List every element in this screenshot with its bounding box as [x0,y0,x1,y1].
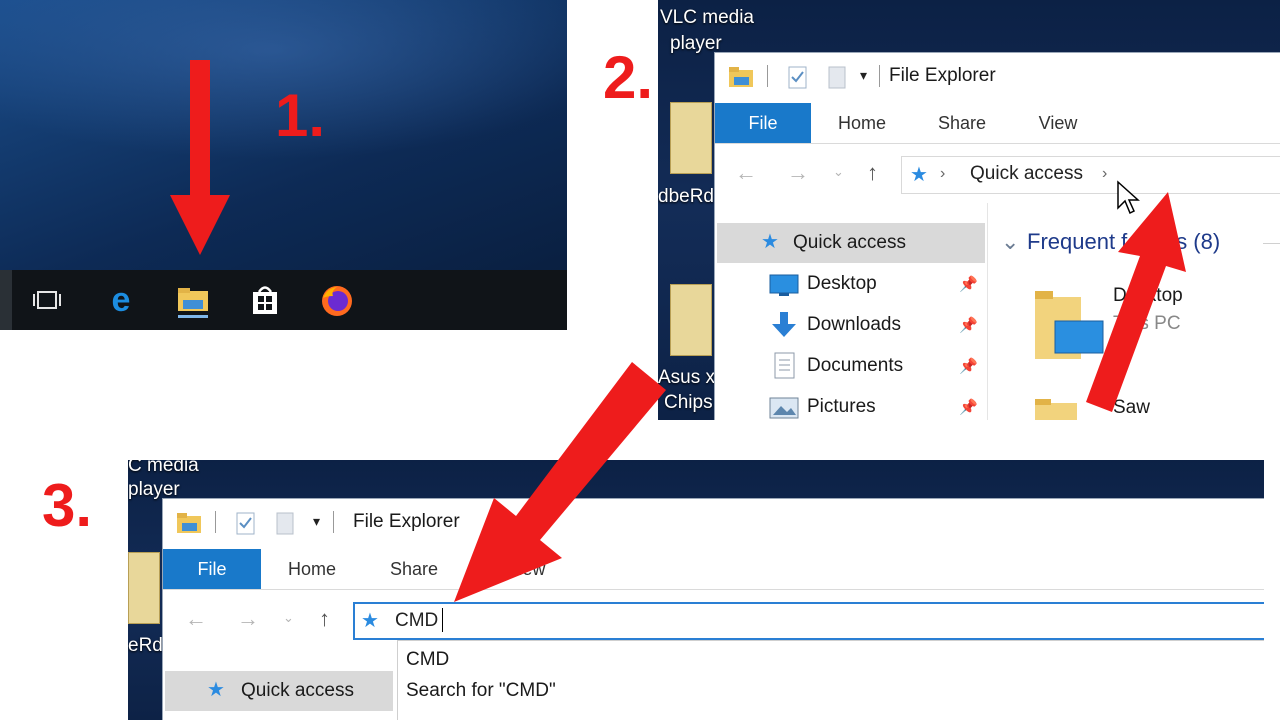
recent-locations-chevron-icon[interactable]: ⌄ [833,164,844,180]
pin-icon[interactable]: 📌 [959,316,978,334]
title-bar: ▾ File Explorer [163,499,1264,549]
pin-icon[interactable]: 📌 [959,398,978,416]
forward-arrow-icon[interactable]: → [237,606,259,632]
tab-share[interactable]: Share [371,549,457,589]
folder-large-icon[interactable] [1033,397,1079,420]
desktop-folder-large-icon[interactable] [1033,289,1107,361]
edge-icon[interactable]: e [103,282,139,318]
tab-home[interactable]: Home [819,103,905,143]
firefox-icon[interactable] [319,282,355,318]
properties-icon[interactable] [235,511,257,537]
suggestion-search-item[interactable]: Search for "CMD" [406,680,556,702]
documents-icon [774,352,795,379]
ribbon-tabs: File Home Share View [163,549,1264,590]
desktop-folder-icon [769,274,799,296]
desktop-label: C media [128,460,199,476]
taskbar-edge [0,270,12,330]
back-arrow-icon[interactable]: ← [185,606,207,632]
breadcrumb-separator[interactable]: › [1102,165,1107,183]
new-folder-icon[interactable] [275,511,295,537]
address-bar-input[interactable]: ★ CMD [353,602,1264,640]
folder-app-icon [729,67,753,87]
step-number-3: 3. [42,472,93,539]
tab-file[interactable]: File [163,549,261,589]
desktop-label: dbeRd [658,186,714,207]
taskbar [0,270,567,330]
nav-item-quick-access[interactable]: Quick access [793,232,906,254]
desktop-label: Chips [664,392,713,413]
new-folder-icon[interactable] [827,65,847,91]
desktop-label: eRd [128,635,163,656]
nav-item-documents[interactable]: Documents [807,355,903,377]
pictures-icon [769,397,799,419]
quick-access-star-icon: ★ [361,610,379,632]
mouse-cursor-icon [1117,180,1140,215]
explorer-panel-quick-access: VLC media player dbeRd Asus x Chips ▾ Fi… [658,0,1280,420]
pin-icon[interactable]: 📌 [959,275,978,293]
explorer-window: ▾ File Explorer File Home Share View ← →… [714,52,1280,420]
pane-divider [987,203,988,420]
breadcrumb-quick-access[interactable]: Quick access [970,163,1083,185]
nav-item-downloads[interactable]: Downloads [807,314,901,336]
step-number-2: 2. [603,44,654,111]
separator [767,65,768,87]
nav-item-desktop[interactable]: Desktop [807,273,877,295]
group-header-frequent-folders[interactable]: Frequent folders (8) [1027,229,1220,255]
window-title: File Explorer [353,511,460,532]
collapse-chevron-icon[interactable]: ⌄ [1001,229,1019,255]
navigation-bar: ← → ⌄ ↑ ★ › Quick access › [715,144,1280,202]
breadcrumb-separator: › [940,165,946,182]
tab-home[interactable]: Home [269,549,355,589]
address-suggestions-dropdown: CMD Search for "CMD" [397,640,1264,720]
desktop-file-icon[interactable] [670,102,712,174]
quick-access-star-icon: ★ [910,164,928,186]
customize-dropdown-icon[interactable]: ▾ [860,67,867,84]
text-caret [442,608,443,632]
address-bar-text[interactable]: CMD [395,610,438,632]
tab-file[interactable]: File [715,103,811,143]
pin-icon[interactable]: 📌 [959,357,978,375]
separator [879,65,880,87]
ribbon-tabs: File Home Share View [715,103,1280,144]
address-bar[interactable]: ★ › Quick access › [901,156,1280,194]
svg-text:e: e [112,282,131,318]
title-bar: ▾ File Explorer [715,53,1280,103]
suggestion-item[interactable]: CMD [406,649,449,671]
tab-view[interactable]: View [1015,103,1101,143]
explorer-window: ▾ File Explorer File Home Share View ← →… [162,498,1264,720]
task-view-icon[interactable] [29,282,65,318]
nav-item-pictures[interactable]: Pictures [807,396,876,418]
separator [215,511,216,533]
up-arrow-icon[interactable]: ↑ [319,606,330,632]
properties-icon[interactable] [787,65,809,91]
forward-arrow-icon[interactable]: → [787,160,809,186]
group-header-rule [1263,243,1280,244]
desktop-taskbar-panel: e [0,0,567,330]
downloads-arrow-icon [772,312,796,337]
folder-location: This PC [1113,313,1181,334]
step-number-1: 1. [275,82,326,149]
desktop-label: Asus x [658,367,716,388]
store-icon[interactable] [247,282,283,318]
quick-access-star-icon: ★ [761,231,779,253]
nav-item-quick-access[interactable]: Quick access [241,680,354,702]
quick-access-star-icon: ★ [207,679,225,701]
tab-view[interactable]: View [483,549,569,589]
desktop-label: VLC media [660,7,754,28]
tab-share[interactable]: Share [919,103,1005,143]
customize-dropdown-icon[interactable]: ▾ [313,513,320,530]
up-arrow-icon[interactable]: ↑ [867,160,878,186]
desktop-file-icon[interactable] [670,284,712,356]
desktop-file-icon[interactable] [128,552,160,624]
folder-name[interactable]: Saw [1113,397,1150,419]
folder-name[interactable]: Desktop [1113,285,1183,307]
back-arrow-icon[interactable]: ← [735,160,757,186]
file-explorer-icon[interactable] [175,282,211,318]
window-title: File Explorer [889,65,996,86]
recent-locations-chevron-icon[interactable]: ⌄ [283,610,294,626]
folder-app-icon [177,513,201,533]
separator [333,511,334,533]
explorer-panel-cmd-search: C media player eRd ▾ File Explorer File … [128,460,1264,720]
